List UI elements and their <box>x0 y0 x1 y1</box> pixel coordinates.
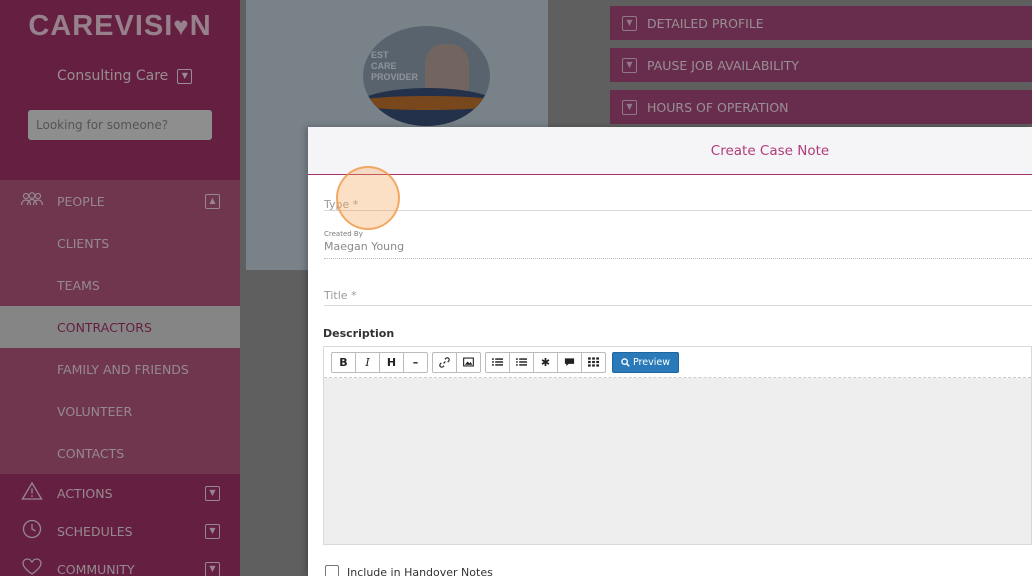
link-button[interactable] <box>432 351 457 373</box>
asterisk-button[interactable]: ✱ <box>533 351 558 373</box>
type-select[interactable]: Type * <box>324 193 1032 211</box>
dialog-header: Create Case Note <box>308 127 1032 175</box>
italic-glyph: I <box>365 355 370 369</box>
comment-button[interactable] <box>557 351 582 373</box>
editor-toolbar: B I H – ✱ Preview <box>324 347 1031 378</box>
grid-icon <box>588 357 599 367</box>
table-button[interactable] <box>581 351 606 373</box>
hr-glyph: – <box>412 355 419 369</box>
title-placeholder: Title * <box>324 289 357 302</box>
heading-glyph: H <box>386 355 397 369</box>
title-input[interactable]: Title * <box>324 284 1032 306</box>
ordered-list-button[interactable] <box>485 351 510 373</box>
handover-checkbox[interactable] <box>325 565 339 576</box>
bold-button[interactable]: B <box>331 351 356 373</box>
toolbar-group-insert <box>432 351 481 373</box>
handover-checkbox-row[interactable]: Include in Handover Notes <box>325 565 493 576</box>
toolbar-group-format: B I H – <box>331 351 428 373</box>
horizontal-rule-button[interactable]: – <box>403 351 428 373</box>
preview-label: Preview <box>633 356 670 368</box>
bold-glyph: B <box>339 355 348 369</box>
handover-label: Include in Handover Notes <box>347 565 493 576</box>
preview-button[interactable]: Preview <box>612 351 679 373</box>
click-indicator <box>336 166 400 230</box>
created-by-value: Maegan Young <box>324 240 405 253</box>
image-button[interactable] <box>456 351 481 373</box>
italic-button[interactable]: I <box>355 351 380 373</box>
unordered-list-icon <box>516 358 527 366</box>
description-editor[interactable]: B I H – ✱ Preview <box>323 346 1032 545</box>
asterisk-icon: ✱ <box>540 355 551 369</box>
create-case-note-dialog: Create Case Note Type * Created By Maega… <box>308 127 1032 576</box>
created-by-label: Created By <box>324 230 363 238</box>
unordered-list-button[interactable] <box>509 351 534 373</box>
heading-button[interactable]: H <box>379 351 404 373</box>
dialog-title: Create Case Note <box>710 142 830 159</box>
created-by-field: Created By Maegan Young <box>324 230 1032 259</box>
image-icon <box>463 357 474 367</box>
search-icon <box>621 357 630 367</box>
ordered-list-icon <box>492 358 503 366</box>
link-icon <box>439 356 450 368</box>
toolbar-group-blocks: ✱ <box>485 351 606 373</box>
comment-icon <box>564 358 575 367</box>
description-label: Description <box>323 327 395 340</box>
